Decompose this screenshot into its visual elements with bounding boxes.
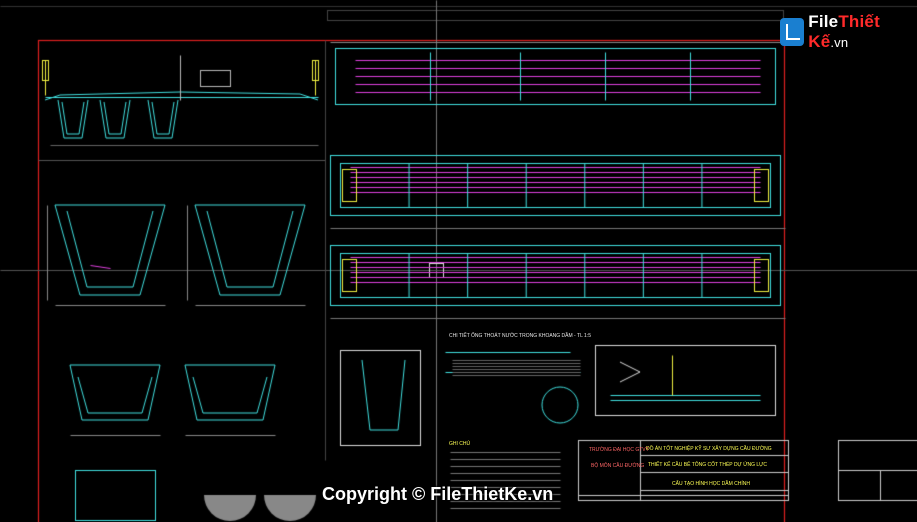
logo-text-domain: .vn	[830, 35, 849, 50]
logo-text: FileThiết Kế.vn	[808, 12, 917, 52]
title-drawing: CẤU TẠO HÌNH HỌC DẦM CHÍNH	[672, 481, 750, 487]
title-school: TRƯỜNG ĐẠI HỌC GTVT	[589, 447, 649, 453]
title-project: ĐỒ ÁN TỐT NGHIỆP KỸ SƯ XÂY DỰNG CẦU ĐƯỜN…	[646, 446, 772, 452]
detail-caption: CHI TIẾT ỐNG THOÁT NƯỚC TRONG KHOANG DẦM…	[449, 333, 592, 339]
notes-title: GHI CHÚ	[449, 441, 471, 447]
title-subject: THIẾT KẾ CẦU BÊ TÔNG CỐT THÉP DỰ ỨNG LỰC	[648, 462, 768, 468]
logo-icon	[780, 18, 805, 46]
copyright-watermark: Copyright © FileThietKe.vn	[322, 484, 554, 504]
title-dept: BỘ MÔN CẦU ĐƯỜNG	[591, 463, 645, 469]
site-logo: FileThiết Kế.vn	[780, 12, 917, 52]
logo-text-file: File	[808, 12, 839, 31]
